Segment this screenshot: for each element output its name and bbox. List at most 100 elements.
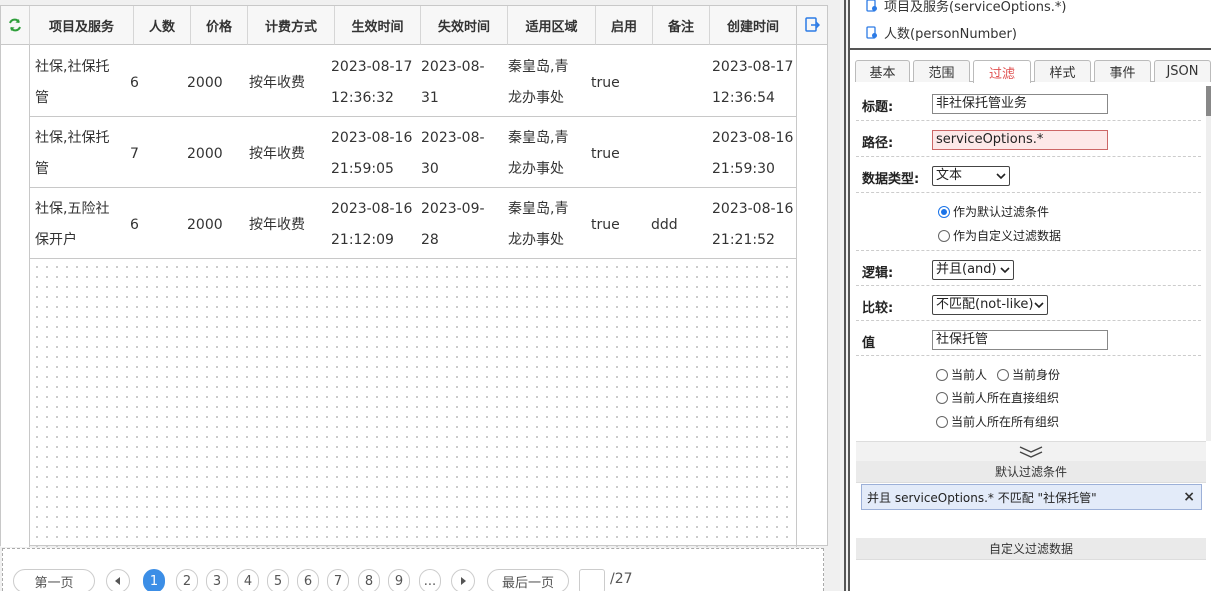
page-number-5[interactable]: 5 [267, 569, 289, 591]
value-options-row: 当前人 当前身份 当前人所在直接组织 当前人所在所有组织 [856, 356, 1201, 440]
first-page-button[interactable]: 第一页 [13, 569, 95, 591]
form-scrollbar[interactable] [1206, 86, 1211, 441]
cell-end-time: 2023-08- 31 [421, 59, 485, 106]
tab-style[interactable]: 样式 [1034, 60, 1091, 82]
last-page-button[interactable]: 最后一页 [487, 569, 569, 591]
title-input[interactable]: 非社保托管业务 [932, 94, 1108, 114]
cell-service: 社保,社保托管 [35, 59, 110, 106]
radio-unchecked-icon [938, 229, 950, 242]
export-icon [805, 17, 820, 32]
field-icon [866, 0, 877, 12]
cell-enabled: true [591, 146, 620, 162]
field-icon [866, 25, 877, 39]
cell-start-time: 2023-08-16 21:12:09 [331, 201, 413, 248]
prev-arrow-icon [115, 577, 120, 585]
cell-billing: 按年收费 [249, 146, 305, 162]
logic-row: 逻辑: 并且(and) [856, 251, 1201, 286]
data-grid: 项目及服务 人数 价格 计费方式 生效时间 失效时间 适用区域 启用 备注 创建… [0, 5, 828, 547]
tab-filter[interactable]: 过滤 [973, 60, 1031, 83]
column-header-area[interactable]: 适用区域 [508, 6, 596, 45]
cell-count: 7 [130, 146, 139, 162]
cell-created: 2023-08-16 21:59:30 [712, 130, 794, 177]
option-current-identity[interactable]: 当前身份 [997, 366, 1060, 383]
page-number-4[interactable]: 4 [237, 569, 259, 591]
next-arrow-icon [461, 577, 466, 585]
close-icon[interactable]: × [1183, 489, 1195, 505]
option-all-org[interactable]: 当前人所在所有组织 [936, 413, 1059, 430]
radio-default-filter[interactable]: 作为默认过滤条件 [938, 203, 1049, 220]
tree-item-service[interactable]: 项目及服务(serviceOptions.*) [865, 0, 1067, 15]
page-number-3[interactable]: 3 [206, 569, 228, 591]
column-header-enabled[interactable]: 启用 [596, 6, 653, 45]
default-filters-header: 默认过滤条件 [856, 461, 1206, 483]
next-page-button[interactable] [451, 569, 475, 591]
chevron-down-icon [996, 173, 1006, 180]
radio-unchecked-icon [936, 415, 948, 428]
page-ellipsis[interactable]: ... [419, 569, 441, 591]
tab-basic[interactable]: 基本 [855, 60, 910, 82]
value-input[interactable]: 社保托管 [932, 330, 1108, 350]
cell-price: 2000 [187, 146, 223, 162]
title-row: 标题: 非社保托管业务 [856, 86, 1201, 121]
radio-custom-filter[interactable]: 作为自定义过滤数据 [938, 227, 1061, 244]
property-panel: 项目及服务(serviceOptions.*) 人数(personNumber)… [850, 0, 1211, 591]
row-divider [30, 187, 797, 188]
tab-scope[interactable]: 范围 [913, 60, 970, 82]
tab-json[interactable]: JSON [1154, 60, 1211, 82]
page-number-2[interactable]: 2 [176, 569, 198, 591]
column-header-end-time[interactable]: 失效时间 [421, 6, 508, 45]
page-number-7[interactable]: 7 [327, 569, 349, 591]
row-divider [30, 116, 797, 117]
option-direct-org[interactable]: 当前人所在直接组织 [936, 389, 1059, 406]
page-number-1[interactable]: 1 [143, 569, 165, 591]
value-row: 值 社保托管 [856, 321, 1201, 356]
datatype-row: 数据类型: 文本 [856, 157, 1201, 193]
cell-note: ddd [651, 217, 678, 233]
collapse-toggle[interactable] [856, 441, 1206, 461]
column-header-price[interactable]: 价格 [191, 6, 248, 45]
radio-checked-icon [938, 205, 950, 218]
scrollbar-thumb[interactable] [1206, 86, 1211, 116]
cell-service: 社保,社保托管 [35, 130, 110, 177]
path-input[interactable]: serviceOptions.* [932, 130, 1108, 150]
export-button[interactable] [797, 6, 827, 45]
refresh-button[interactable] [1, 6, 30, 45]
tree-item-person-number[interactable]: 人数(personNumber) [865, 23, 1017, 42]
column-header-billing[interactable]: 计费方式 [248, 6, 335, 45]
page-number-6[interactable]: 6 [297, 569, 319, 591]
compare-select[interactable]: 不匹配(not-like) [932, 295, 1048, 315]
cell-count: 6 [130, 75, 139, 91]
datatype-select[interactable]: 文本 [932, 166, 1010, 186]
cell-start-time: 2023-08-17 12:36:32 [331, 59, 413, 106]
column-header-created[interactable]: 创建时间 [710, 6, 797, 45]
compare-label: 比较: [862, 301, 894, 316]
page-total: /27 [610, 571, 633, 587]
row-gutter [1, 45, 30, 547]
logic-label: 逻辑: [862, 266, 894, 281]
refresh-icon [9, 18, 21, 32]
panel-splitter[interactable] [830, 0, 850, 591]
radio-unchecked-icon [936, 391, 948, 404]
prev-page-button[interactable] [106, 569, 130, 591]
cell-billing: 按年收费 [249, 217, 305, 233]
field-tree: 项目及服务(serviceOptions.*) 人数(personNumber) [850, 0, 1211, 50]
column-header-start-time[interactable]: 生效时间 [335, 6, 421, 45]
column-header-note[interactable]: 备注 [653, 6, 710, 45]
cell-area: 秦皇岛,青 龙办事处 [508, 130, 569, 177]
column-header-count[interactable]: 人数 [134, 6, 191, 45]
page-number-8[interactable]: 8 [358, 569, 380, 591]
option-current-person[interactable]: 当前人 [936, 366, 987, 383]
splitter-line [844, 0, 846, 591]
tab-events[interactable]: 事件 [1094, 60, 1151, 82]
page-jump-input[interactable] [579, 569, 605, 591]
logic-select[interactable]: 并且(and) [932, 260, 1014, 280]
column-header-service[interactable]: 项目及服务 [30, 6, 134, 45]
default-filters-list [856, 515, 1206, 538]
filter-form: 标题: 非社保托管业务 路径: serviceOptions.* 数据类型: 文… [856, 86, 1201, 441]
filter-condition-chip[interactable]: 并且 serviceOptions.* 不匹配 "社保托管" × [861, 484, 1202, 510]
cell-created: 2023-08-16 21:21:52 [712, 201, 794, 248]
cell-count: 6 [130, 217, 139, 233]
chevron-down-icon [1034, 302, 1044, 309]
page-number-9[interactable]: 9 [388, 569, 410, 591]
grid-panel: 项目及服务 人数 价格 计费方式 生效时间 失效时间 适用区域 启用 备注 创建… [0, 0, 830, 591]
